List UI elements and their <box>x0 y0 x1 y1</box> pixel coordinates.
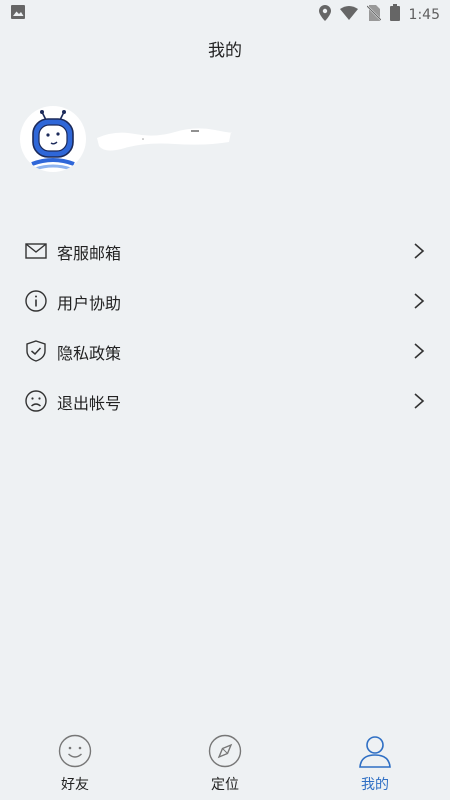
bottom-tab-bar: 好友 定位 我的 <box>0 728 450 800</box>
page-title: 我的 <box>208 41 242 61</box>
smile-icon <box>58 734 92 768</box>
tab-friends[interactable]: 好友 <box>0 728 150 800</box>
tab-label: 定位 <box>211 777 239 793</box>
status-bar: 1:45 <box>0 0 450 26</box>
chevron-right-icon <box>413 392 425 410</box>
robot-avatar-icon <box>31 110 75 171</box>
chevron-right-icon <box>413 292 425 310</box>
status-time: 1:45 <box>408 6 440 23</box>
wifi-icon <box>339 5 358 24</box>
avatar[interactable] <box>20 106 86 172</box>
tab-label: 我的 <box>361 777 389 793</box>
tab-mine[interactable]: 我的 <box>300 728 450 800</box>
menu-item-label: 用户协助 <box>57 294 122 313</box>
no-sim-icon <box>365 4 382 25</box>
image-icon <box>11 5 25 23</box>
menu-item-logout[interactable]: 退出帐号 <box>0 376 450 426</box>
compass-icon <box>208 734 242 768</box>
mail-icon <box>25 240 47 262</box>
shield-check-icon <box>25 340 47 362</box>
menu-item-label: 客服邮箱 <box>57 244 122 263</box>
sad-face-icon <box>25 390 47 412</box>
info-icon <box>25 290 47 312</box>
menu-item-help[interactable]: 用户协助 <box>0 276 450 326</box>
tab-location[interactable]: 定位 <box>150 728 300 800</box>
battery-icon <box>389 4 400 25</box>
menu-item-label: 隐私政策 <box>57 344 122 363</box>
user-icon <box>358 734 392 768</box>
menu-item-mail[interactable]: 客服邮箱 <box>0 226 450 276</box>
menu-item-label: 退出帐号 <box>57 394 122 413</box>
username-redacted <box>95 122 235 158</box>
menu-item-privacy[interactable]: 隐私政策 <box>0 326 450 376</box>
settings-menu: 客服邮箱 用户协助 隐私政策 退出帐号 <box>0 226 450 426</box>
tab-label: 好友 <box>61 777 89 793</box>
chevron-right-icon <box>413 242 425 260</box>
chevron-right-icon <box>413 342 425 360</box>
location-icon <box>318 4 331 25</box>
